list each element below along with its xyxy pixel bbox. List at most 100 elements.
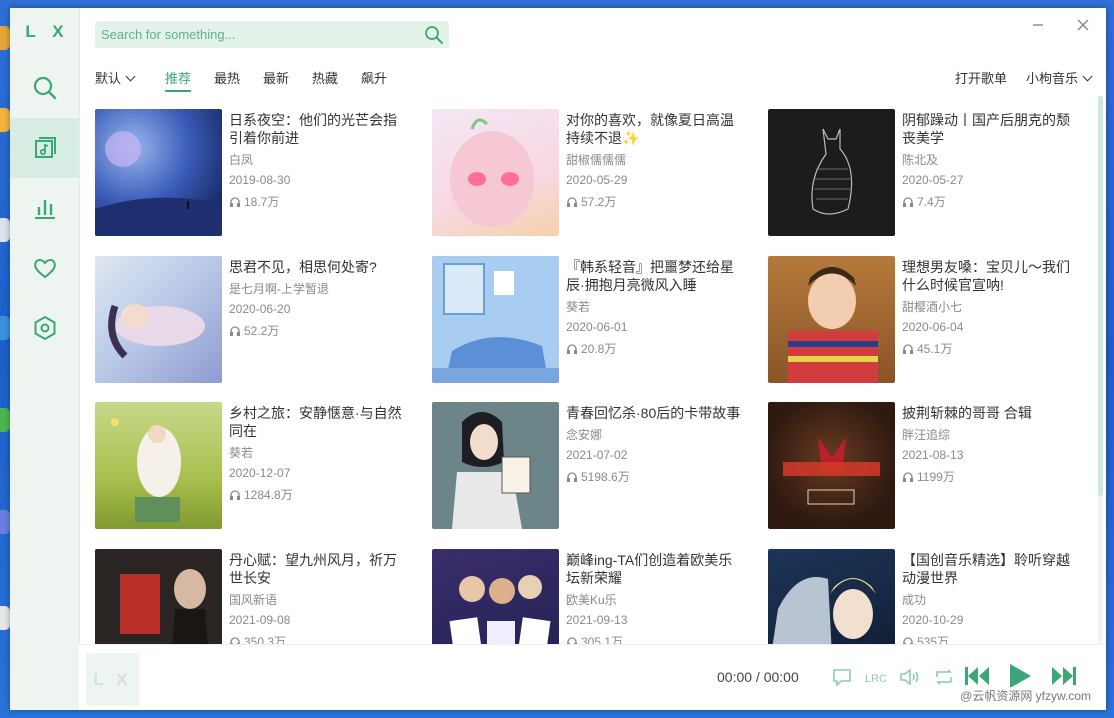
playlist-cover bbox=[768, 109, 895, 236]
playlist-card[interactable]: 青春回忆杀·80后的卡带故事 念安娜 2021-07-02 5198.6万 bbox=[432, 402, 752, 530]
sort-label: 默认 bbox=[95, 71, 122, 86]
nav-search[interactable] bbox=[10, 58, 79, 118]
playlist-card[interactable]: 理想男友嗓：宝贝儿～我们什么时候官宣呐! 甜樱酒小七 2020-06-04 45… bbox=[768, 256, 1088, 384]
headphones-icon bbox=[903, 636, 913, 644]
desktop-icon[interactable] bbox=[0, 606, 10, 630]
headphones-icon bbox=[903, 343, 913, 354]
headphones-icon bbox=[567, 343, 577, 354]
close-icon[interactable] bbox=[1074, 16, 1092, 34]
nav-settings[interactable] bbox=[10, 298, 79, 358]
nav-leaderboard[interactable] bbox=[10, 178, 79, 238]
playlist-card[interactable]: 【国创音乐精选】聆听穿越动漫世界 成功 2020-10-29 535万 bbox=[768, 549, 1088, 644]
playlist-date: 2020-10-29 bbox=[902, 613, 964, 627]
playlist-author: 念安娜 bbox=[566, 428, 603, 442]
sort-dropdown[interactable]: 默认 bbox=[95, 68, 136, 87]
search-icon bbox=[33, 76, 56, 100]
playlist-author: 甜椒儒儒儒 bbox=[566, 153, 627, 167]
playlist-card[interactable]: 对你的喜欢，就像夏日高温持续不退✨ 甜椒儒儒儒 2020-05-29 57.2万 bbox=[432, 109, 752, 237]
repeat-icon[interactable] bbox=[932, 665, 956, 689]
playlist-title: 【国创音乐精选】聆听穿越动漫世界 bbox=[902, 552, 1070, 586]
desktop-icon[interactable] bbox=[0, 408, 10, 432]
playlist-cover bbox=[95, 402, 222, 529]
desktop-icon[interactable] bbox=[0, 108, 10, 132]
playlist-plays: 20.8万 bbox=[566, 340, 744, 357]
playlist-author: 欧美Ku乐 bbox=[566, 593, 617, 607]
search-icon[interactable] bbox=[423, 24, 445, 46]
desktop-icon[interactable] bbox=[0, 316, 10, 340]
desktop-icon[interactable] bbox=[0, 26, 10, 50]
playlist-plays: 535万 bbox=[902, 633, 1080, 644]
app-logo: L X bbox=[25, 22, 70, 41]
playlist-cover bbox=[768, 549, 895, 644]
playlist-card[interactable]: 乡村之旅：安静惬意·与自然同在 葵若 2020-12-07 1284.8万 bbox=[95, 402, 415, 530]
playlist-cover bbox=[432, 549, 559, 644]
nav-songlist[interactable] bbox=[10, 118, 79, 178]
playlist-date: 2021-09-08 bbox=[229, 613, 291, 627]
playlist-author: 甜樱酒小七 bbox=[902, 300, 963, 314]
minimize-icon[interactable] bbox=[1029, 16, 1047, 34]
playlist-plays: 57.2万 bbox=[566, 193, 744, 210]
headphones-icon bbox=[903, 471, 913, 482]
playlist-title: 对你的喜欢，就像夏日高温持续不退✨ bbox=[566, 112, 734, 146]
headphones-icon bbox=[567, 196, 577, 207]
now-playing-cover[interactable]: L X bbox=[86, 653, 139, 706]
tab-recommend[interactable]: 推荐 bbox=[165, 68, 192, 92]
watermark: @云帆资源网 yfzyw.com bbox=[957, 687, 1094, 704]
playlist-date: 2020-06-01 bbox=[566, 320, 628, 334]
desktop-icon[interactable] bbox=[0, 510, 10, 534]
playlist-author: 是七月啊-上学暂退 bbox=[229, 282, 329, 296]
headphones-icon bbox=[230, 489, 240, 500]
playlist-title: 理想男友嗓：宝贝儿～我们什么时候官宣呐! bbox=[902, 259, 1070, 293]
play-count: 7.4万 bbox=[917, 195, 946, 209]
playlist-date: 2020-05-27 bbox=[902, 173, 964, 187]
songlist-icon bbox=[34, 137, 56, 158]
playlist-cover bbox=[432, 402, 559, 529]
play-count: 45.1万 bbox=[917, 342, 953, 356]
headphones-icon bbox=[230, 636, 240, 644]
chevron-down-icon bbox=[1082, 71, 1093, 82]
playlist-plays: 1284.8万 bbox=[229, 486, 407, 503]
playlist-plays: 350.3万 bbox=[229, 633, 407, 644]
scrollbar[interactable] bbox=[1098, 96, 1103, 644]
play-count: 57.2万 bbox=[581, 195, 617, 209]
playlist-date: 2021-08-13 bbox=[902, 448, 964, 462]
tab-rising[interactable]: 飙升 bbox=[361, 68, 387, 87]
playlist-author: 胖汪追综 bbox=[902, 428, 951, 442]
playlist-card[interactable]: 日系夜空：他们的光芒会指引着你前进 白凤 2019-08-30 18.7万 bbox=[95, 109, 415, 237]
playlist-date: 2020-05-29 bbox=[566, 173, 628, 187]
comment-icon[interactable] bbox=[830, 665, 854, 689]
playlist-card[interactable]: 披荆斩棘的哥哥 合辑 胖汪追综 2021-08-13 1199万 bbox=[768, 402, 1088, 530]
playlist-card[interactable]: 思君不见，相思何处寄? 是七月啊-上学暂退 2020-06-20 52.2万 bbox=[95, 256, 415, 384]
scrollbar-thumb[interactable] bbox=[1098, 96, 1103, 496]
playlist-card[interactable]: 丹心赋：望九州风月，祈万世长安 国风新语 2021-09-08 350.3万 bbox=[95, 549, 415, 644]
playlist-date: 2020-06-04 bbox=[902, 320, 964, 334]
playlist-title: 披荆斩棘的哥哥 合辑 bbox=[902, 405, 1032, 421]
search-input[interactable] bbox=[95, 21, 421, 48]
playlist-title: 丹心赋：望九州风月，祈万世长安 bbox=[229, 552, 397, 586]
nav-favorites[interactable] bbox=[10, 238, 79, 298]
volume-icon[interactable] bbox=[898, 665, 922, 689]
search-box bbox=[95, 21, 449, 48]
playlist-author: 白凤 bbox=[229, 153, 254, 167]
tab-hot-collect[interactable]: 热藏 bbox=[312, 68, 338, 87]
playlist-author: 葵若 bbox=[566, 300, 591, 314]
play-count: 350.3万 bbox=[244, 635, 287, 644]
playlist-author: 葵若 bbox=[229, 446, 254, 460]
tab-hottest[interactable]: 最热 bbox=[214, 68, 240, 87]
lyrics-icon[interactable]: LRC bbox=[864, 665, 888, 689]
open-songlist-button[interactable]: 打开歌单 bbox=[955, 68, 1007, 87]
tab-newest[interactable]: 最新 bbox=[263, 68, 289, 87]
play-count: 18.7万 bbox=[244, 195, 280, 209]
playlist-card[interactable]: 『韩系轻音』把噩梦还给星辰·拥抱月亮微风入睡 葵若 2020-06-01 20.… bbox=[432, 256, 752, 384]
headphones-icon bbox=[230, 196, 240, 207]
desktop-icon[interactable] bbox=[0, 218, 10, 242]
play-count: 5198.6万 bbox=[581, 470, 630, 484]
playlist-card[interactable]: 阴郁躁动丨国产后朋克的颓丧美学 陈北及 2020-05-27 7.4万 bbox=[768, 109, 1088, 237]
play-count: 1199万 bbox=[917, 470, 955, 484]
source-dropdown[interactable]: 小枸音乐 bbox=[1026, 68, 1093, 87]
headphones-icon bbox=[567, 636, 577, 644]
playlist-date: 2020-06-20 bbox=[229, 302, 291, 316]
playlist-card[interactable]: 巅峰ing-TA们创造着欧美乐坛新荣耀 欧美Ku乐 2021-09-13 305… bbox=[432, 549, 752, 644]
player-bar: L X 00:00 / 00:00 LRC bbox=[79, 644, 1106, 710]
playlist-plays: 52.2万 bbox=[229, 322, 407, 339]
